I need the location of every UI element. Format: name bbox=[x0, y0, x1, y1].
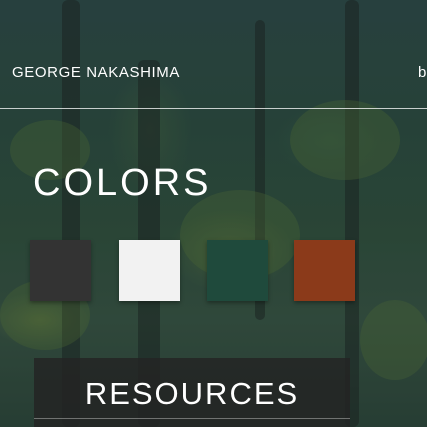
resources-divider bbox=[34, 418, 350, 419]
color-swatch-forest-green bbox=[207, 240, 268, 301]
color-swatch-charcoal bbox=[30, 240, 91, 301]
color-swatch-white bbox=[119, 240, 180, 301]
color-swatch-rust bbox=[294, 240, 355, 301]
site-header: GEORGE NAKASHIMA b bbox=[0, 0, 427, 109]
resources-button[interactable]: RESOURCES bbox=[34, 358, 350, 427]
nav-link-partial[interactable]: b bbox=[418, 64, 426, 81]
resources-label: RESOURCES bbox=[84, 376, 300, 411]
brand-link[interactable]: GEORGE NAKASHIMA bbox=[12, 64, 180, 81]
colors-heading: COLORS bbox=[33, 162, 212, 204]
page: GEORGE NAKASHIMA b COLORS RESOURCES bbox=[0, 0, 427, 427]
